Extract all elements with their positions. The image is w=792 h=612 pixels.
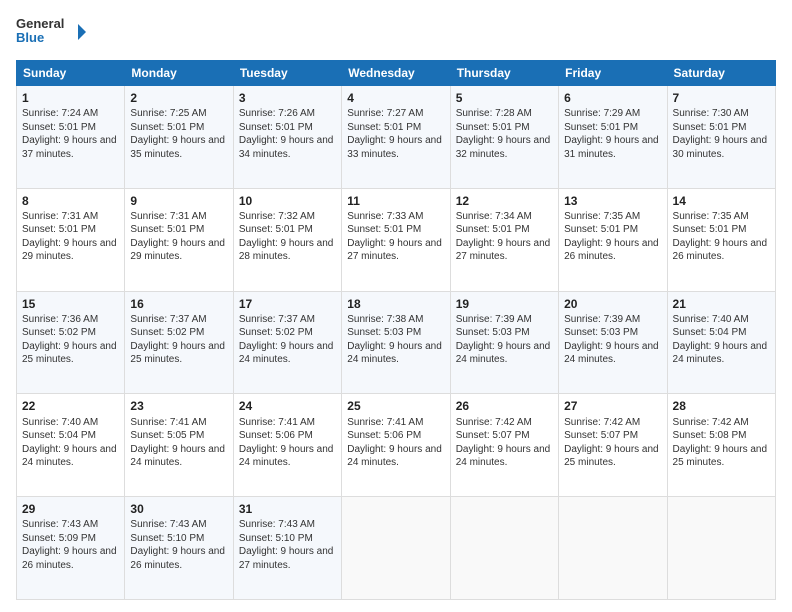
- day-number: 27: [564, 398, 661, 414]
- day-number: 2: [130, 90, 227, 106]
- calendar-cell-30: 30Sunrise: 7:43 AMSunset: 5:10 PMDayligh…: [125, 497, 233, 600]
- calendar-table: SundayMondayTuesdayWednesdayThursdayFrid…: [16, 60, 776, 600]
- calendar-cell-23: 23Sunrise: 7:41 AMSunset: 5:05 PMDayligh…: [125, 394, 233, 497]
- calendar-week-1: 1Sunrise: 7:24 AMSunset: 5:01 PMDaylight…: [17, 86, 776, 189]
- calendar-cell-empty: [450, 497, 558, 600]
- day-number: 6: [564, 90, 661, 106]
- day-number: 28: [673, 398, 770, 414]
- calendar-cell-10: 10Sunrise: 7:32 AMSunset: 5:01 PMDayligh…: [233, 188, 341, 291]
- day-header-saturday: Saturday: [667, 61, 775, 86]
- svg-text:General: General: [16, 16, 64, 31]
- day-number: 5: [456, 90, 553, 106]
- calendar-cell-8: 8Sunrise: 7:31 AMSunset: 5:01 PMDaylight…: [17, 188, 125, 291]
- day-number: 29: [22, 501, 119, 517]
- day-header-sunday: Sunday: [17, 61, 125, 86]
- calendar-cell-22: 22Sunrise: 7:40 AMSunset: 5:04 PMDayligh…: [17, 394, 125, 497]
- calendar-cell-empty: [667, 497, 775, 600]
- day-number: 1: [22, 90, 119, 106]
- calendar-cell-empty: [559, 497, 667, 600]
- day-number: 25: [347, 398, 444, 414]
- calendar-cell-26: 26Sunrise: 7:42 AMSunset: 5:07 PMDayligh…: [450, 394, 558, 497]
- day-number: 20: [564, 296, 661, 312]
- day-number: 26: [456, 398, 553, 414]
- day-number: 24: [239, 398, 336, 414]
- calendar-cell-28: 28Sunrise: 7:42 AMSunset: 5:08 PMDayligh…: [667, 394, 775, 497]
- day-header-tuesday: Tuesday: [233, 61, 341, 86]
- day-header-friday: Friday: [559, 61, 667, 86]
- day-number: 13: [564, 193, 661, 209]
- calendar-cell-4: 4Sunrise: 7:27 AMSunset: 5:01 PMDaylight…: [342, 86, 450, 189]
- calendar-week-5: 29Sunrise: 7:43 AMSunset: 5:09 PMDayligh…: [17, 497, 776, 600]
- calendar-cell-empty: [342, 497, 450, 600]
- calendar-cell-29: 29Sunrise: 7:43 AMSunset: 5:09 PMDayligh…: [17, 497, 125, 600]
- calendar-week-4: 22Sunrise: 7:40 AMSunset: 5:04 PMDayligh…: [17, 394, 776, 497]
- day-number: 19: [456, 296, 553, 312]
- day-number: 14: [673, 193, 770, 209]
- day-number: 23: [130, 398, 227, 414]
- day-number: 16: [130, 296, 227, 312]
- calendar-cell-24: 24Sunrise: 7:41 AMSunset: 5:06 PMDayligh…: [233, 394, 341, 497]
- calendar-cell-21: 21Sunrise: 7:40 AMSunset: 5:04 PMDayligh…: [667, 291, 775, 394]
- calendar-cell-14: 14Sunrise: 7:35 AMSunset: 5:01 PMDayligh…: [667, 188, 775, 291]
- calendar-cell-13: 13Sunrise: 7:35 AMSunset: 5:01 PMDayligh…: [559, 188, 667, 291]
- calendar-header-row: SundayMondayTuesdayWednesdayThursdayFrid…: [17, 61, 776, 86]
- calendar-cell-1: 1Sunrise: 7:24 AMSunset: 5:01 PMDaylight…: [17, 86, 125, 189]
- day-number: 31: [239, 501, 336, 517]
- calendar-cell-18: 18Sunrise: 7:38 AMSunset: 5:03 PMDayligh…: [342, 291, 450, 394]
- calendar-cell-27: 27Sunrise: 7:42 AMSunset: 5:07 PMDayligh…: [559, 394, 667, 497]
- day-number: 7: [673, 90, 770, 106]
- header: General Blue: [16, 12, 776, 52]
- calendar-cell-6: 6Sunrise: 7:29 AMSunset: 5:01 PMDaylight…: [559, 86, 667, 189]
- day-number: 17: [239, 296, 336, 312]
- calendar-week-3: 15Sunrise: 7:36 AMSunset: 5:02 PMDayligh…: [17, 291, 776, 394]
- calendar-cell-9: 9Sunrise: 7:31 AMSunset: 5:01 PMDaylight…: [125, 188, 233, 291]
- svg-text:Blue: Blue: [16, 30, 44, 45]
- calendar-cell-16: 16Sunrise: 7:37 AMSunset: 5:02 PMDayligh…: [125, 291, 233, 394]
- day-header-thursday: Thursday: [450, 61, 558, 86]
- calendar-cell-19: 19Sunrise: 7:39 AMSunset: 5:03 PMDayligh…: [450, 291, 558, 394]
- day-number: 22: [22, 398, 119, 414]
- day-header-monday: Monday: [125, 61, 233, 86]
- day-header-wednesday: Wednesday: [342, 61, 450, 86]
- logo: General Blue: [16, 12, 86, 52]
- page: General Blue SundayMondayTuesdayWednesda…: [0, 0, 792, 612]
- calendar-week-2: 8Sunrise: 7:31 AMSunset: 5:01 PMDaylight…: [17, 188, 776, 291]
- calendar-cell-17: 17Sunrise: 7:37 AMSunset: 5:02 PMDayligh…: [233, 291, 341, 394]
- day-number: 3: [239, 90, 336, 106]
- day-number: 8: [22, 193, 119, 209]
- calendar-cell-20: 20Sunrise: 7:39 AMSunset: 5:03 PMDayligh…: [559, 291, 667, 394]
- day-number: 30: [130, 501, 227, 517]
- calendar-cell-15: 15Sunrise: 7:36 AMSunset: 5:02 PMDayligh…: [17, 291, 125, 394]
- day-number: 9: [130, 193, 227, 209]
- calendar-cell-3: 3Sunrise: 7:26 AMSunset: 5:01 PMDaylight…: [233, 86, 341, 189]
- logo-svg: General Blue: [16, 12, 86, 52]
- calendar-cell-12: 12Sunrise: 7:34 AMSunset: 5:01 PMDayligh…: [450, 188, 558, 291]
- calendar-cell-25: 25Sunrise: 7:41 AMSunset: 5:06 PMDayligh…: [342, 394, 450, 497]
- calendar-cell-31: 31Sunrise: 7:43 AMSunset: 5:10 PMDayligh…: [233, 497, 341, 600]
- day-number: 21: [673, 296, 770, 312]
- day-number: 4: [347, 90, 444, 106]
- calendar-cell-2: 2Sunrise: 7:25 AMSunset: 5:01 PMDaylight…: [125, 86, 233, 189]
- day-number: 15: [22, 296, 119, 312]
- day-number: 18: [347, 296, 444, 312]
- calendar-cell-5: 5Sunrise: 7:28 AMSunset: 5:01 PMDaylight…: [450, 86, 558, 189]
- day-number: 12: [456, 193, 553, 209]
- calendar-cell-7: 7Sunrise: 7:30 AMSunset: 5:01 PMDaylight…: [667, 86, 775, 189]
- day-number: 11: [347, 193, 444, 209]
- day-number: 10: [239, 193, 336, 209]
- calendar-cell-11: 11Sunrise: 7:33 AMSunset: 5:01 PMDayligh…: [342, 188, 450, 291]
